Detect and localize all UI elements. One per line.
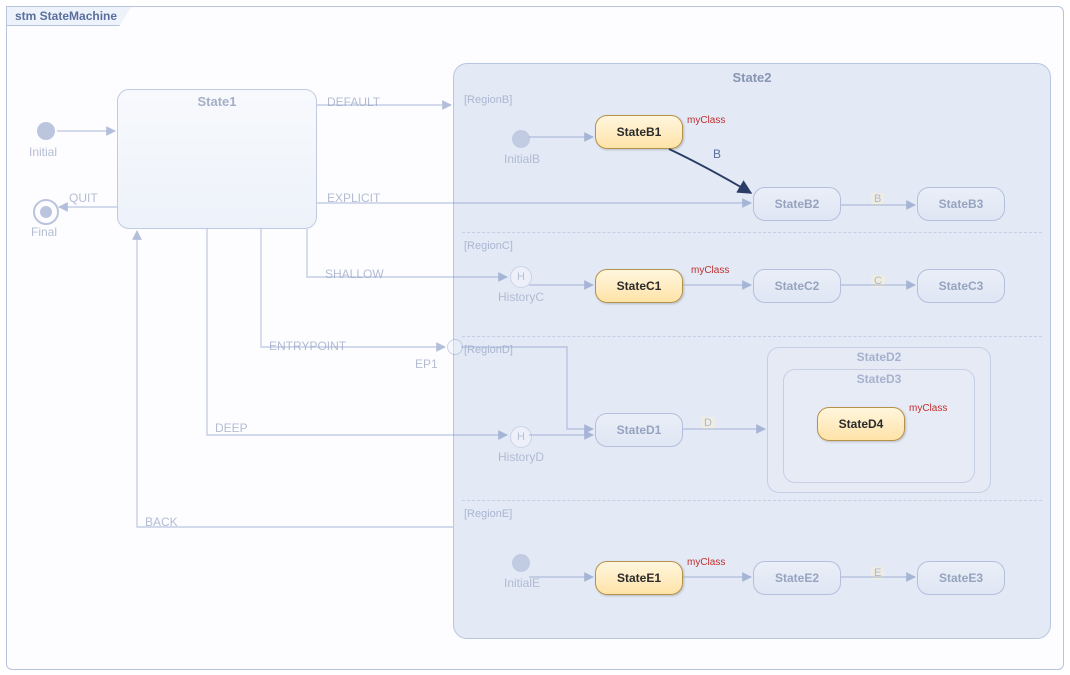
initialE[interactable] [512, 554, 530, 572]
state-c2[interactable]: StateC2 [753, 269, 841, 303]
state1-title: State1 [197, 94, 236, 109]
state-d4[interactable]: StateD4 [817, 407, 905, 441]
stereotype-b1: myClass [687, 115, 725, 126]
diagram-frame: stm StateMachine Initial Final State1 St… [6, 6, 1064, 670]
state-d1[interactable]: StateD1 [595, 413, 683, 447]
region-sep-cd [462, 336, 1042, 337]
trans-back: BACK [145, 515, 178, 529]
trans-c-label-2: C [871, 275, 885, 287]
region-sep-bc [462, 232, 1042, 233]
historyD-label: HistoryD [498, 450, 544, 464]
state-e2[interactable]: StateE2 [753, 561, 841, 595]
region-sep-de [462, 500, 1042, 501]
stereotype-d4: myClass [909, 403, 947, 414]
trans-d-label: D [701, 417, 715, 429]
final-pseudostate[interactable] [33, 199, 59, 225]
trans-shallow: SHALLOW [325, 267, 384, 281]
trans-b-label: B [713, 147, 721, 161]
trans-e-label-2: E [871, 567, 884, 579]
regionD-label: [RegionD] [464, 344, 513, 356]
ep1-label: EP1 [415, 357, 438, 371]
state2-title: State2 [454, 70, 1050, 85]
state-b1[interactable]: StateB1 [595, 115, 683, 149]
frame-title-tab: stm StateMachine [6, 6, 132, 26]
initialB-label: InitialB [504, 152, 540, 166]
trans-quit: QUIT [69, 191, 98, 205]
state-d2-title: StateD2 [768, 350, 990, 364]
state-e3[interactable]: StateE3 [917, 561, 1005, 595]
trans-default: DEFAULT [327, 95, 380, 109]
state-state1[interactable]: State1 [117, 89, 317, 229]
entrypoint-ep1[interactable] [447, 339, 463, 355]
state-c3[interactable]: StateC3 [917, 269, 1005, 303]
state-d3-title: StateD3 [784, 372, 974, 386]
trans-b-label-2: B [871, 193, 884, 205]
state-b2[interactable]: StateB2 [753, 187, 841, 221]
trans-entrypoint: ENTRYPOINT [269, 339, 346, 353]
initialE-label: InitialE [504, 576, 540, 590]
historyD[interactable]: H [510, 426, 532, 448]
state-b3[interactable]: StateB3 [917, 187, 1005, 221]
stereotype-e1: myClass [687, 557, 725, 568]
initialB[interactable] [512, 130, 530, 148]
state-c1[interactable]: StateC1 [595, 269, 683, 303]
historyC[interactable]: H [510, 266, 532, 288]
regionB-label: [RegionB] [464, 94, 512, 106]
trans-deep: DEEP [215, 421, 248, 435]
frame-title: stm StateMachine [15, 9, 117, 23]
stereotype-c1: myClass [691, 265, 729, 276]
trans-explicit: EXPLICIT [327, 191, 380, 205]
final-label: Final [31, 225, 57, 239]
initial-label: Initial [29, 145, 57, 159]
regionC-label: [RegionC] [464, 240, 513, 252]
initial-pseudostate[interactable] [37, 122, 55, 140]
historyC-label: HistoryC [498, 290, 544, 304]
state-e1[interactable]: StateE1 [595, 561, 683, 595]
regionE-label: [RegionE] [464, 508, 512, 520]
